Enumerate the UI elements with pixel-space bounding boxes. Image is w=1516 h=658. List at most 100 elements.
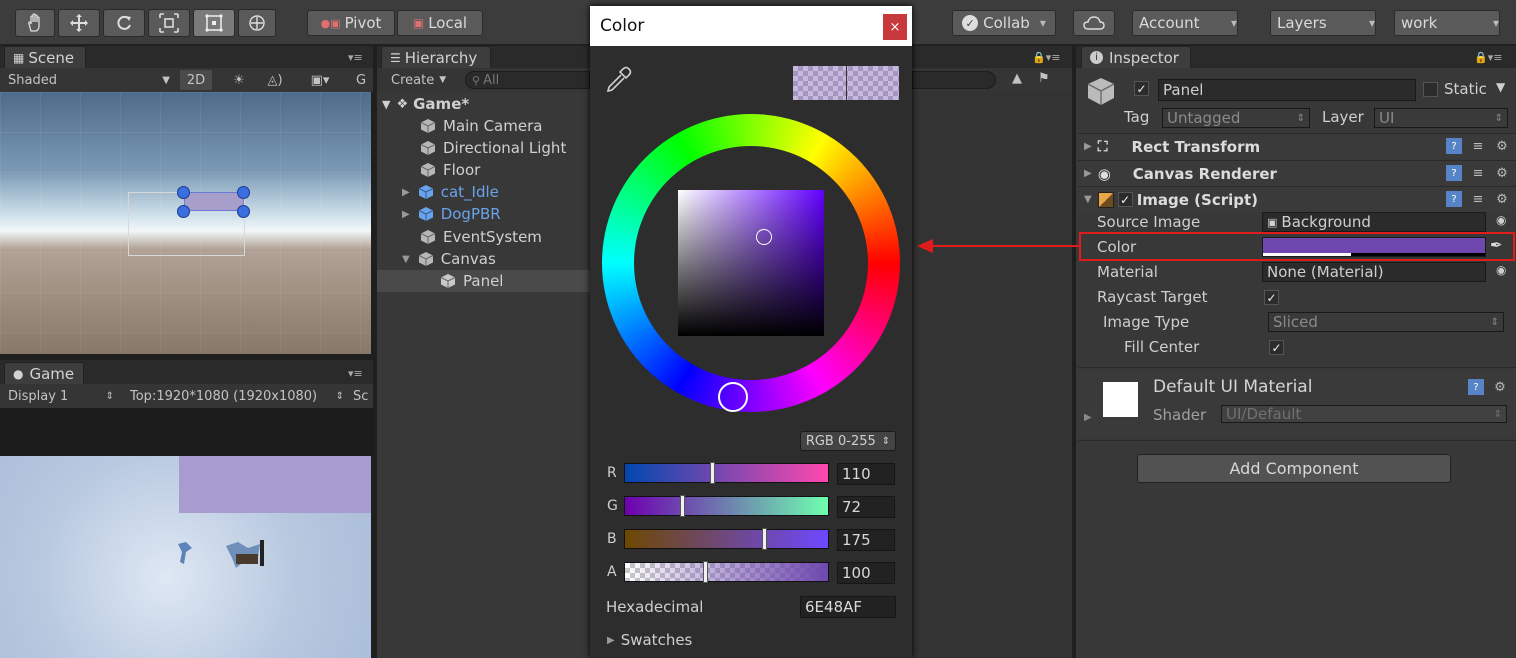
layers-dropdown[interactable]: Layers xyxy=(1270,10,1376,36)
hierarchy-item-cat-idle[interactable]: ▶ cat_Idle xyxy=(402,181,499,203)
hierarchy-item-eventsystem[interactable]: EventSystem xyxy=(420,226,542,248)
help-book-icon[interactable]: ? xyxy=(1446,191,1462,207)
collab-dropdown[interactable]: ✓ Collab xyxy=(952,10,1056,36)
resolution-dropdown[interactable]: Top:1920*1080 (1920x1080) ⇕ xyxy=(126,386,348,406)
account-dropdown[interactable]: Account xyxy=(1132,10,1238,36)
local-toggle-button[interactable]: ▣ Local xyxy=(397,10,483,36)
green-slider[interactable] xyxy=(624,495,829,517)
rect-handle-bottom-left[interactable] xyxy=(177,205,190,218)
raycast-target-checkbox[interactable]: ✓ xyxy=(1264,290,1279,305)
help-book-icon[interactable]: ? xyxy=(1468,379,1484,395)
source-image-field[interactable]: ▣ Background xyxy=(1262,212,1486,232)
object-picker-icon[interactable]: ◉ xyxy=(1496,213,1506,227)
object-picker-icon[interactable]: ◉ xyxy=(1496,263,1506,277)
hierarchy-item-panel[interactable]: Panel xyxy=(440,270,503,292)
scene-effects-button[interactable]: ▣▾ xyxy=(300,70,340,90)
rect-tool-button[interactable] xyxy=(193,9,235,37)
hex-input[interactable]: 6E48AF xyxy=(800,596,896,618)
collapsed-arrow-icon[interactable]: ▶ xyxy=(1084,412,1092,423)
alpha-value-field[interactable]: 100 xyxy=(837,562,895,584)
preset-sliders-icon[interactable]: ≡ xyxy=(1470,165,1486,181)
collapsed-arrow-icon[interactable]: ▶ xyxy=(402,209,410,220)
shader-dropdown[interactable]: UI/Default ⇕ xyxy=(1221,405,1507,423)
gear-icon[interactable]: ⚙ xyxy=(1494,138,1510,154)
object-active-checkbox[interactable]: ✓ xyxy=(1134,81,1149,96)
green-value-field[interactable]: 72 xyxy=(837,496,895,518)
filter-icon[interactable]: ▲ xyxy=(1012,71,1022,86)
move-tool-button[interactable] xyxy=(58,9,100,37)
saturation-value-square[interactable] xyxy=(678,190,824,336)
gear-icon[interactable]: ⚙ xyxy=(1494,191,1510,207)
toggle-2d-button[interactable]: 2D xyxy=(180,70,212,90)
red-slider[interactable] xyxy=(624,462,829,484)
hierarchy-scene-row[interactable]: ▼ ❖ Game* xyxy=(382,93,469,115)
swatches-foldout[interactable]: ▶ Swatches xyxy=(607,631,692,649)
scene-panel-menu-icon[interactable]: ▾≡ xyxy=(348,51,363,64)
hand-tool-button[interactable] xyxy=(15,9,55,37)
expand-arrow-icon[interactable]: ▼ xyxy=(382,98,390,111)
label-tag-icon[interactable]: ⚑ xyxy=(1038,71,1050,86)
color-mode-dropdown[interactable]: RGB 0-255 ⇕ xyxy=(800,431,896,451)
collapsed-arrow-icon[interactable]: ▶ xyxy=(402,187,410,198)
help-book-icon[interactable]: ? xyxy=(1446,138,1462,154)
cloud-button[interactable] xyxy=(1073,10,1115,36)
tab-inspector[interactable]: i Inspector xyxy=(1081,46,1191,68)
static-dropdown-arrow-icon[interactable]: ▼ xyxy=(1496,80,1505,94)
rotate-tool-button[interactable] xyxy=(103,9,145,37)
gizmos-dropdown[interactable]: G xyxy=(356,70,372,90)
scale-tool-button[interactable] xyxy=(148,9,190,37)
rect-handle-bottom-right[interactable] xyxy=(237,205,250,218)
gear-icon[interactable]: ⚙ xyxy=(1492,379,1508,395)
game-panel-menu-icon[interactable]: ▾≡ xyxy=(348,367,363,380)
static-checkbox[interactable] xyxy=(1423,82,1438,97)
transform-tool-button[interactable] xyxy=(238,9,276,37)
layout-dropdown[interactable]: work xyxy=(1394,10,1500,36)
preset-sliders-icon[interactable]: ≡ xyxy=(1470,138,1486,154)
scene-audio-button[interactable]: ◬) xyxy=(262,70,288,90)
blue-value-field[interactable]: 175 xyxy=(837,529,895,551)
scene-viewport[interactable] xyxy=(0,92,371,354)
blue-slider[interactable] xyxy=(624,528,829,550)
object-name-input[interactable]: Panel xyxy=(1158,79,1416,101)
hidden-panel-menu-icon[interactable]: 🔒▾≡ xyxy=(1032,51,1060,64)
hierarchy-item-canvas[interactable]: ▼ Canvas xyxy=(402,248,496,270)
saturation-value-handle[interactable] xyxy=(756,229,772,245)
preset-sliders-icon[interactable]: ≡ xyxy=(1470,191,1486,207)
image-type-dropdown[interactable]: Sliced ⇕ xyxy=(1268,312,1504,332)
tab-hierarchy[interactable]: ☰ Hierarchy xyxy=(381,46,491,68)
material-field[interactable]: None (Material) xyxy=(1262,262,1486,282)
hierarchy-item-floor[interactable]: Floor xyxy=(420,159,480,181)
panel-rect[interactable] xyxy=(184,192,244,211)
alpha-slider-thumb[interactable] xyxy=(703,561,708,583)
layer-dropdown[interactable]: UI ⇕ xyxy=(1374,108,1508,128)
tab-game[interactable]: ● Game xyxy=(4,362,84,384)
tab-scene[interactable]: ▦ Scene xyxy=(4,46,86,68)
pivot-toggle-button[interactable]: ●▣ Pivot xyxy=(307,10,395,36)
hierarchy-item-dogpbr[interactable]: ▶ DogPBR xyxy=(402,203,501,225)
eyedropper-icon[interactable] xyxy=(604,66,632,94)
hidden-search-input[interactable] xyxy=(912,71,996,89)
image-enabled-checkbox[interactable]: ✓ xyxy=(1117,192,1133,207)
help-book-icon[interactable]: ? xyxy=(1446,165,1462,181)
hue-handle[interactable] xyxy=(718,382,748,412)
alpha-slider[interactable] xyxy=(624,561,829,583)
create-dropdown[interactable]: Create ▼ xyxy=(391,70,451,90)
blue-slider-thumb[interactable] xyxy=(762,528,767,550)
add-component-button[interactable]: Add Component xyxy=(1137,454,1451,483)
close-button[interactable]: × xyxy=(883,14,907,40)
gear-icon[interactable]: ⚙ xyxy=(1494,165,1510,181)
expand-arrow-icon[interactable]: ▼ xyxy=(402,254,410,265)
fill-center-checkbox[interactable]: ✓ xyxy=(1269,340,1284,355)
inspector-panel-menu-icon[interactable]: 🔒▾≡ xyxy=(1474,51,1502,64)
hierarchy-item-directional-light[interactable]: Directional Light xyxy=(420,137,566,159)
tag-dropdown[interactable]: Untagged ⇕ xyxy=(1162,108,1310,128)
rect-handle-top-left[interactable] xyxy=(177,186,190,199)
red-value-field[interactable]: 110 xyxy=(837,463,895,485)
scene-lighting-button[interactable]: ☀ xyxy=(226,70,252,90)
hierarchy-item-main-camera[interactable]: Main Camera xyxy=(420,115,542,137)
green-slider-thumb[interactable] xyxy=(680,495,685,517)
display-dropdown[interactable]: Display 1 ⇕ xyxy=(8,386,118,406)
rect-handle-top-right[interactable] xyxy=(237,186,250,199)
red-slider-thumb[interactable] xyxy=(710,462,715,484)
hierarchy-search-input[interactable]: ⚲ All xyxy=(465,71,590,89)
